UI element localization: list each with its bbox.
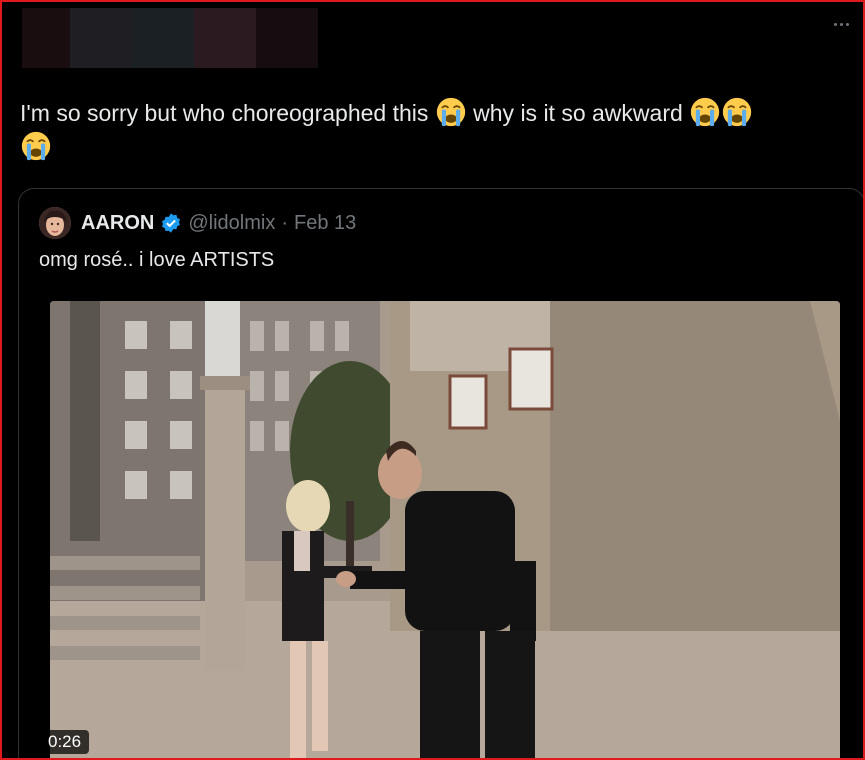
tweet-text: I'm so sorry but who choreographed this … bbox=[20, 96, 850, 164]
loudly-crying-face-icon bbox=[723, 97, 752, 127]
redacted-block bbox=[194, 8, 256, 68]
redacted-block bbox=[22, 8, 70, 68]
video-duration-badge: 0:26 bbox=[40, 730, 90, 754]
tweet-text-part2: why is it so awkward bbox=[466, 100, 690, 126]
author-handle[interactable]: @lidolmix bbox=[188, 212, 275, 235]
loudly-crying-face-icon bbox=[691, 97, 720, 127]
more-options-icon[interactable] bbox=[829, 16, 853, 32]
loudly-crying-face-icon bbox=[21, 131, 51, 161]
avatar[interactable] bbox=[39, 207, 71, 239]
redacted-block bbox=[132, 8, 194, 68]
quoted-tweet-header: AARON @lidolmix · Feb 13 bbox=[39, 207, 356, 239]
verified-badge-icon bbox=[162, 213, 181, 233]
separator-dot: · bbox=[281, 211, 288, 234]
author-name[interactable]: AARON bbox=[81, 212, 154, 235]
tweet-text-part1: I'm so sorry but who choreographed this bbox=[20, 100, 435, 126]
video-frame bbox=[50, 301, 840, 758]
loudly-crying-face-icon bbox=[436, 97, 465, 127]
screenshot-frame: I'm so sorry but who choreographed this … bbox=[0, 0, 865, 760]
quoted-tweet[interactable]: AARON @lidolmix · Feb 13 omg rosé.. i lo… bbox=[18, 188, 863, 758]
video-player[interactable] bbox=[50, 301, 840, 758]
post-date[interactable]: Feb 13 bbox=[294, 212, 356, 235]
redacted-block bbox=[256, 8, 318, 68]
quoted-tweet-text: omg rosé.. i love ARTISTS bbox=[39, 249, 275, 271]
redacted-block bbox=[70, 8, 132, 68]
